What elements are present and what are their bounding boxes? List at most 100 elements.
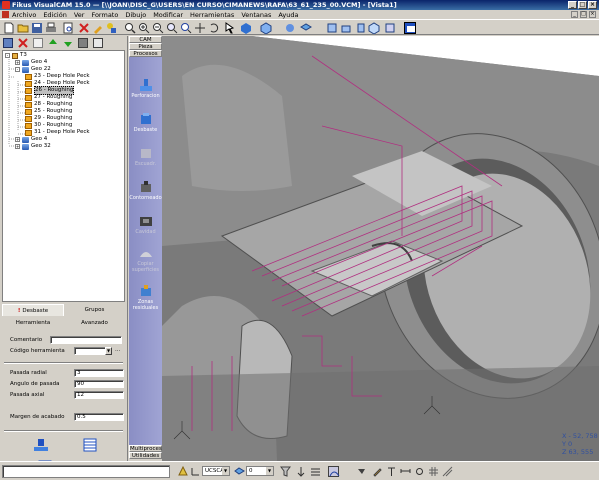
process-cavidad[interactable]: Cavidad xyxy=(129,215,162,235)
tab-multiprocesos[interactable]: Multiprocesos xyxy=(129,445,168,452)
pencil-icon[interactable] xyxy=(372,466,383,477)
curve-tool-icon[interactable] xyxy=(328,466,340,477)
delete-icon[interactable] xyxy=(78,22,90,34)
process-copiar-superficies[interactable]: Copiar superficies xyxy=(129,247,162,273)
menu-dibujo[interactable]: Dibujo xyxy=(125,11,146,19)
tab-grupos[interactable]: Grupos xyxy=(64,304,125,316)
shapes-icon[interactable] xyxy=(106,22,118,34)
view-cube-icon[interactable] xyxy=(260,22,272,34)
menu-ayuda[interactable]: Ayuda xyxy=(278,11,298,19)
command-input[interactable] xyxy=(2,465,170,478)
simulation-icon[interactable] xyxy=(404,22,416,34)
menu-edicion[interactable]: Edición xyxy=(43,11,67,19)
doc-minimize-button[interactable]: _ xyxy=(571,11,578,18)
filter-icon[interactable] xyxy=(280,466,291,477)
expand-icon[interactable]: + xyxy=(15,144,20,149)
menu-modificar[interactable]: Modificar xyxy=(153,11,183,19)
save-icon[interactable] xyxy=(31,22,43,34)
menu-formato[interactable]: Formato xyxy=(91,11,118,19)
view-front-icon[interactable] xyxy=(340,22,352,34)
minimize-button[interactable]: _ xyxy=(568,1,577,9)
tree-item-op-30[interactable]: 30 - Roughing xyxy=(25,122,72,129)
select-icon[interactable] xyxy=(224,22,236,34)
tab-procesos[interactable]: Procesos xyxy=(129,50,162,57)
arrow-icon[interactable] xyxy=(296,466,307,477)
zoom-extents-icon[interactable] xyxy=(180,22,192,34)
dimension-icon[interactable] xyxy=(400,466,411,477)
document-icon[interactable] xyxy=(2,11,9,18)
viewport-3d[interactable]: X - 52, 758 Y 0 Z 63, 555 xyxy=(162,36,599,461)
view-bottom-icon[interactable] xyxy=(384,22,396,34)
marker-icon[interactable] xyxy=(356,466,367,477)
menu-herramientas[interactable]: Herramientas xyxy=(190,11,234,19)
chevron-down-icon[interactable]: ▼ xyxy=(266,467,273,475)
tree-item-op-25[interactable]: 25 - Roughing xyxy=(25,108,72,115)
tree-item-geo-4b[interactable]: + Geo 4 xyxy=(15,136,47,143)
render-icon[interactable] xyxy=(284,22,296,34)
browse-button[interactable]: ... xyxy=(115,347,120,353)
part-model[interactable] xyxy=(162,36,599,461)
hatch-icon[interactable] xyxy=(442,466,453,477)
tree-item-op-27[interactable]: 27 - Roughing xyxy=(25,94,72,101)
depth-settings-icon[interactable] xyxy=(32,438,50,452)
ucs-select[interactable]: UCSCAM ▼ xyxy=(202,466,230,476)
zoom-all-icon[interactable] xyxy=(166,22,178,34)
export-icon[interactable] xyxy=(93,38,103,48)
monitor-icon[interactable] xyxy=(3,38,13,48)
process-zonas-residuales[interactable]: Zonas residuales xyxy=(129,285,162,311)
tree-item-geo-4[interactable]: + Geo 4 xyxy=(15,59,47,66)
process-escuadr[interactable]: Escuadr. xyxy=(129,147,162,167)
tree-item-op-23[interactable]: 23 - Deep Hole Peck xyxy=(25,73,90,80)
paint-icon[interactable] xyxy=(92,22,104,34)
layers-icon[interactable] xyxy=(300,22,312,34)
expand-icon[interactable]: + xyxy=(15,137,20,142)
tree-item-geo-22[interactable]: - Geo 22 xyxy=(15,66,51,73)
tab-avanzado[interactable]: Avanzado xyxy=(64,317,125,329)
tree-item-geo-32[interactable]: + Geo 32 xyxy=(15,143,51,150)
table-settings-icon[interactable] xyxy=(80,438,98,452)
print-icon[interactable] xyxy=(45,22,57,34)
ucs-icon[interactable] xyxy=(190,466,201,477)
move-up-icon[interactable] xyxy=(48,38,58,48)
text-icon[interactable] xyxy=(386,466,397,477)
move-down-icon[interactable] xyxy=(63,38,73,48)
delete-icon[interactable] xyxy=(18,38,28,48)
tab-herramienta[interactable]: Herramienta xyxy=(2,317,64,329)
zoom-in-icon[interactable] xyxy=(138,22,150,34)
snap-icon[interactable] xyxy=(178,466,189,477)
tab-utilidades[interactable]: Utilidades xyxy=(129,452,162,459)
tab-desbaste[interactable]: ! Desbaste xyxy=(2,304,64,316)
zoom-window-icon[interactable] xyxy=(124,22,136,34)
close-button[interactable]: × xyxy=(588,1,597,9)
doc-restore-button[interactable]: □ xyxy=(580,11,587,18)
doc-close-button[interactable]: × xyxy=(589,11,596,18)
chevron-down-icon[interactable]: ▼ xyxy=(222,467,229,475)
collapse-icon[interactable]: - xyxy=(5,53,10,58)
menu-ver[interactable]: Ver xyxy=(74,11,85,19)
pan-icon[interactable] xyxy=(194,22,206,34)
tree-item-op-29[interactable]: 29 - Roughing xyxy=(25,115,72,122)
rotate-view-icon[interactable] xyxy=(208,22,220,34)
duplicate-icon[interactable] xyxy=(33,38,43,48)
zoom-out-icon[interactable] xyxy=(152,22,164,34)
view-top-icon[interactable] xyxy=(326,22,338,34)
chevron-down-icon[interactable]: ▼ xyxy=(105,347,112,355)
tree-item-op-28[interactable]: 28 - Roughing xyxy=(25,101,72,108)
calculate-icon[interactable] xyxy=(78,38,88,48)
process-contorneado[interactable]: Contorneado xyxy=(129,181,162,201)
lines-icon[interactable] xyxy=(310,466,321,477)
view-iso-icon[interactable] xyxy=(368,22,380,34)
process-perforacion[interactable]: Perforacion xyxy=(129,79,162,99)
tab-cam[interactable]: CAM xyxy=(129,36,162,43)
settings-icon[interactable] xyxy=(414,466,425,477)
process-desbaste[interactable]: Desbaste xyxy=(129,113,162,133)
maximize-button[interactable]: □ xyxy=(578,1,587,9)
tab-pieza[interactable]: Pieza xyxy=(129,43,162,50)
pasada-radial-field[interactable]: 3 xyxy=(74,369,124,377)
new-file-icon[interactable] xyxy=(3,22,15,34)
open-folder-icon[interactable] xyxy=(17,22,29,34)
preview-icon[interactable] xyxy=(62,22,74,34)
grid-icon[interactable] xyxy=(428,466,439,477)
expand-icon[interactable]: + xyxy=(15,60,20,65)
collapse-icon[interactable]: - xyxy=(15,67,20,72)
